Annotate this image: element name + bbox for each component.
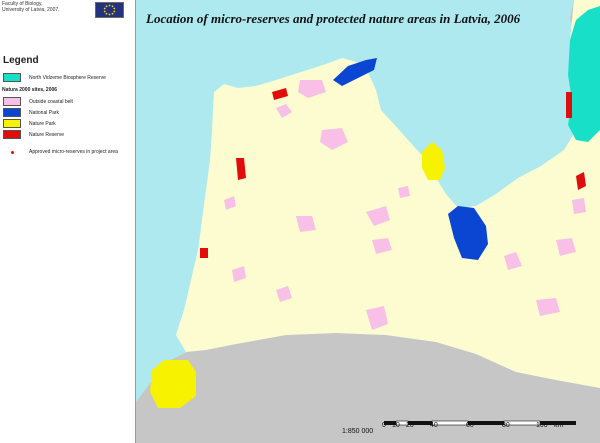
legend-title: Legend [3, 55, 39, 66]
eu-flag-icon [95, 2, 124, 18]
legend-label-outside-coastal-belt: Outside coastal belt [29, 99, 73, 105]
scale-unit: km [554, 422, 564, 429]
legend-swatch-nature-reserve [3, 130, 21, 139]
legend-label-nature-park: Nature Park [29, 121, 56, 127]
legend-dot-micro-reserves [11, 151, 14, 154]
scale-tick-60: 60 [466, 422, 474, 429]
nature-reserve-southwest [200, 248, 208, 258]
map-frame[interactable]: Location of micro-reserves and protected… [136, 0, 600, 443]
legend-label-national-park: National Park [29, 110, 60, 116]
legend-swatch-biosphere-reserve [3, 73, 21, 82]
scale-tick-40: 40 [430, 422, 438, 429]
scale-ratio: 1:850 000 [342, 428, 374, 435]
scale-tick-10: 10 [392, 422, 400, 429]
legend-swatch-national-park [3, 108, 21, 117]
nature-park-southwest [150, 360, 196, 408]
credit-text: Faculty of Biology, University of Latvia… [2, 1, 60, 13]
scale-tick-100: 100 [536, 422, 548, 429]
map-canvas [136, 0, 600, 443]
legend-panel: Faculty of Biology, University of Latvia… [0, 0, 136, 443]
scale-tick-80: 80 [502, 422, 510, 429]
scale-bar [384, 414, 577, 426]
legend-subtitle: Natura 2000 sites, 2006 [2, 87, 58, 93]
nature-reserve-east [566, 92, 572, 118]
scale-tick-20: 20 [406, 422, 414, 429]
legend-swatch-nature-park [3, 119, 21, 128]
legend-label-nature-reserve: Nature Reserve [29, 132, 65, 138]
legend-label-biosphere-reserve: North Vidzeme Biosphere Reserve [29, 75, 106, 81]
credit-line-2: University of Latvia, 2007. [2, 7, 60, 13]
legend-label-micro-reserves: Approved micro-reserves in project area [29, 149, 118, 155]
map-title: Location of micro-reserves and protected… [146, 11, 521, 26]
scale-tick-0: 0 [382, 422, 386, 429]
legend-swatch-outside-coastal-belt [3, 97, 21, 106]
